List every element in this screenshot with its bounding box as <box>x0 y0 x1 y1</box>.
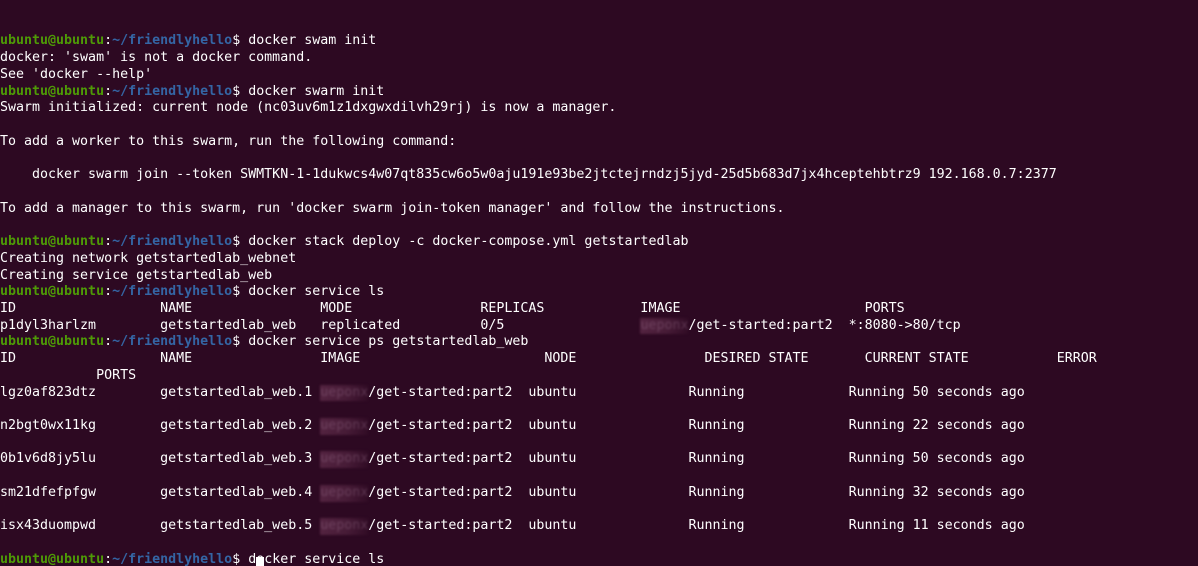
terminal-table-row: lgz0af823dtz getstartedlab_web.1 ueponx/… <box>0 384 1198 402</box>
terminal-output: ubuntu@ubuntu:~/friendlyhello$ docker sw… <box>0 33 1198 566</box>
terminal-output-line: See 'docker --help' <box>0 67 1198 84</box>
prompt-user-host: ubuntu@ubuntu <box>0 33 105 49</box>
output-text: See 'docker --help' <box>0 66 153 82</box>
terminal-prompt-line: ubuntu@ubuntu:~/friendlyhello$ docker st… <box>0 234 1198 251</box>
terminal-prompt-line: ubuntu@ubuntu:~/friendlyhello$ docker se… <box>0 284 1198 301</box>
row-suffix: /get-started:part2 ubuntu Running Runnin… <box>368 518 1025 534</box>
redacted-image-owner: ueponx <box>320 417 369 435</box>
output-text: ID NAME IMAGE NODE DESIRED STATE CURRENT… <box>0 351 1097 367</box>
prompt-user-host: ubuntu@ubuntu <box>0 83 105 99</box>
prompt-user-host: ubuntu@ubuntu <box>0 234 105 250</box>
prompt-path: ~/friendlyhello <box>112 33 233 49</box>
terminal-output-line: ID NAME IMAGE NODE DESIRED STATE CURRENT… <box>0 351 1198 368</box>
output-text: docker swarm join --token SWMTKN-1-1dukw… <box>0 167 1057 183</box>
output-text: Creating network getstartedlab_webnet <box>0 250 297 266</box>
output-text: ID NAME MODE REPLICAS IMAGE PORTS <box>0 300 905 316</box>
terminal-command: docker swarm init <box>240 83 385 99</box>
terminal-command: docker stack deploy -c docker-compose.ym… <box>240 234 689 250</box>
terminal-table-row: n2bgt0wx11kg getstartedlab_web.2 ueponx/… <box>0 417 1198 435</box>
output-text: PORTS <box>0 367 137 383</box>
terminal-table-row: p1dyl3harlzm getstartedlab_web replicate… <box>0 317 1198 335</box>
row-prefix: isx43duompwd getstartedlab_web.5 <box>0 518 321 534</box>
terminal-prompt-line: ubuntu@ubuntu:~/friendlyhello$ docker se… <box>0 334 1198 351</box>
terminal-prompt-line: ubuntu@ubuntu:~/friendlyhello$ docker se… <box>0 552 1198 566</box>
prompt-path: ~/friendlyhello <box>112 83 233 99</box>
prompt-path: ~/friendlyhello <box>112 234 233 250</box>
terminal-table-row: sm21dfefpfgw getstartedlab_web.4 ueponx/… <box>0 484 1198 502</box>
terminal-command: docker service ps getstartedlab_web <box>240 334 529 350</box>
terminal-table-row: isx43duompwd getstartedlab_web.5 ueponx/… <box>0 518 1198 535</box>
prompt-separator: : <box>104 33 113 49</box>
output-text: Swarm initialized: current node (nc03uv6… <box>0 100 617 116</box>
prompt-dollar: $ <box>232 284 241 300</box>
prompt-separator: : <box>104 551 113 566</box>
terminal-output-line: docker swarm join --token SWMTKN-1-1dukw… <box>0 167 1198 184</box>
prompt-separator: : <box>104 83 113 99</box>
terminal-output-line: docker: 'swam' is not a docker command. <box>0 50 1198 67</box>
prompt-path: ~/friendlyhello <box>112 551 233 566</box>
output-text: Creating service getstartedlab_web <box>0 267 273 283</box>
prompt-separator: : <box>104 334 113 350</box>
terminal-command: docker service ls <box>240 284 385 300</box>
terminal-output-line: PORTS <box>0 368 1198 385</box>
terminal-table-row: 0b1v6d8jy5lu getstartedlab_web.3 ueponx/… <box>0 451 1198 469</box>
terminal-output-line: Creating network getstartedlab_webnet <box>0 251 1198 268</box>
terminal-window[interactable]: ubuntu@ubuntu:~/friendlyhello$ docker sw… <box>0 0 1198 566</box>
redacted-image-owner: ueponx <box>640 317 689 335</box>
row-suffix: /get-started:part2 ubuntu Running Runnin… <box>368 384 1025 400</box>
row-suffix: /get-started:part2 ubuntu Running Runnin… <box>368 484 1025 500</box>
terminal-prompt-line: ubuntu@ubuntu:~/friendlyhello$ docker sw… <box>0 33 1198 50</box>
row-prefix: n2bgt0wx11kg getstartedlab_web.2 <box>0 417 321 433</box>
prompt-user-host: ubuntu@ubuntu <box>0 334 105 350</box>
prompt-separator: : <box>104 234 113 250</box>
prompt-user-host: ubuntu@ubuntu <box>0 551 105 566</box>
row-prefix: sm21dfefpfgw getstartedlab_web.4 <box>0 484 321 500</box>
redacted-image-owner: ueponx <box>320 451 369 469</box>
terminal-output-line: To add a worker to this swarm, run the f… <box>0 134 1198 151</box>
row-prefix: 0b1v6d8jy5lu getstartedlab_web.3 <box>0 451 321 467</box>
prompt-dollar: $ <box>232 83 241 99</box>
terminal-output-line: Swarm initialized: current node (nc03uv6… <box>0 100 1198 117</box>
row-prefix: lgz0af823dtz getstartedlab_web.1 <box>0 384 321 400</box>
terminal-output-line: To add a manager to this swarm, run 'doc… <box>0 201 1198 218</box>
row-suffix: /get-started:part2 *:8080->80/tcp <box>688 317 961 333</box>
prompt-path: ~/friendlyhello <box>112 334 233 350</box>
redacted-image-owner: ueponx <box>320 518 369 535</box>
prompt-path: ~/friendlyhello <box>112 284 233 300</box>
output-text: To add a manager to this swarm, run 'doc… <box>0 200 785 216</box>
redacted-image-owner: ueponx <box>320 484 369 502</box>
output-text: To add a worker to this swarm, run the f… <box>0 133 457 149</box>
terminal-output-line: Creating service getstartedlab_web <box>0 268 1198 285</box>
prompt-dollar: $ <box>232 551 241 566</box>
terminal-prompt-line: ubuntu@ubuntu:~/friendlyhello$ docker sw… <box>0 84 1198 101</box>
terminal-command: docker swam init <box>240 33 377 49</box>
prompt-dollar: $ <box>232 33 241 49</box>
text-cursor <box>256 557 264 566</box>
redacted-image-owner: ueponx <box>320 384 369 402</box>
prompt-separator: : <box>104 284 113 300</box>
prompt-dollar: $ <box>232 234 241 250</box>
terminal-output-line: ID NAME MODE REPLICAS IMAGE PORTS <box>0 301 1198 318</box>
row-suffix: /get-started:part2 ubuntu Running Runnin… <box>368 417 1025 433</box>
row-prefix: p1dyl3harlzm getstartedlab_web replicate… <box>0 317 641 333</box>
row-suffix: /get-started:part2 ubuntu Running Runnin… <box>368 451 1025 467</box>
prompt-dollar: $ <box>232 334 241 350</box>
output-text: docker: 'swam' is not a docker command. <box>0 50 313 66</box>
prompt-user-host: ubuntu@ubuntu <box>0 284 105 300</box>
